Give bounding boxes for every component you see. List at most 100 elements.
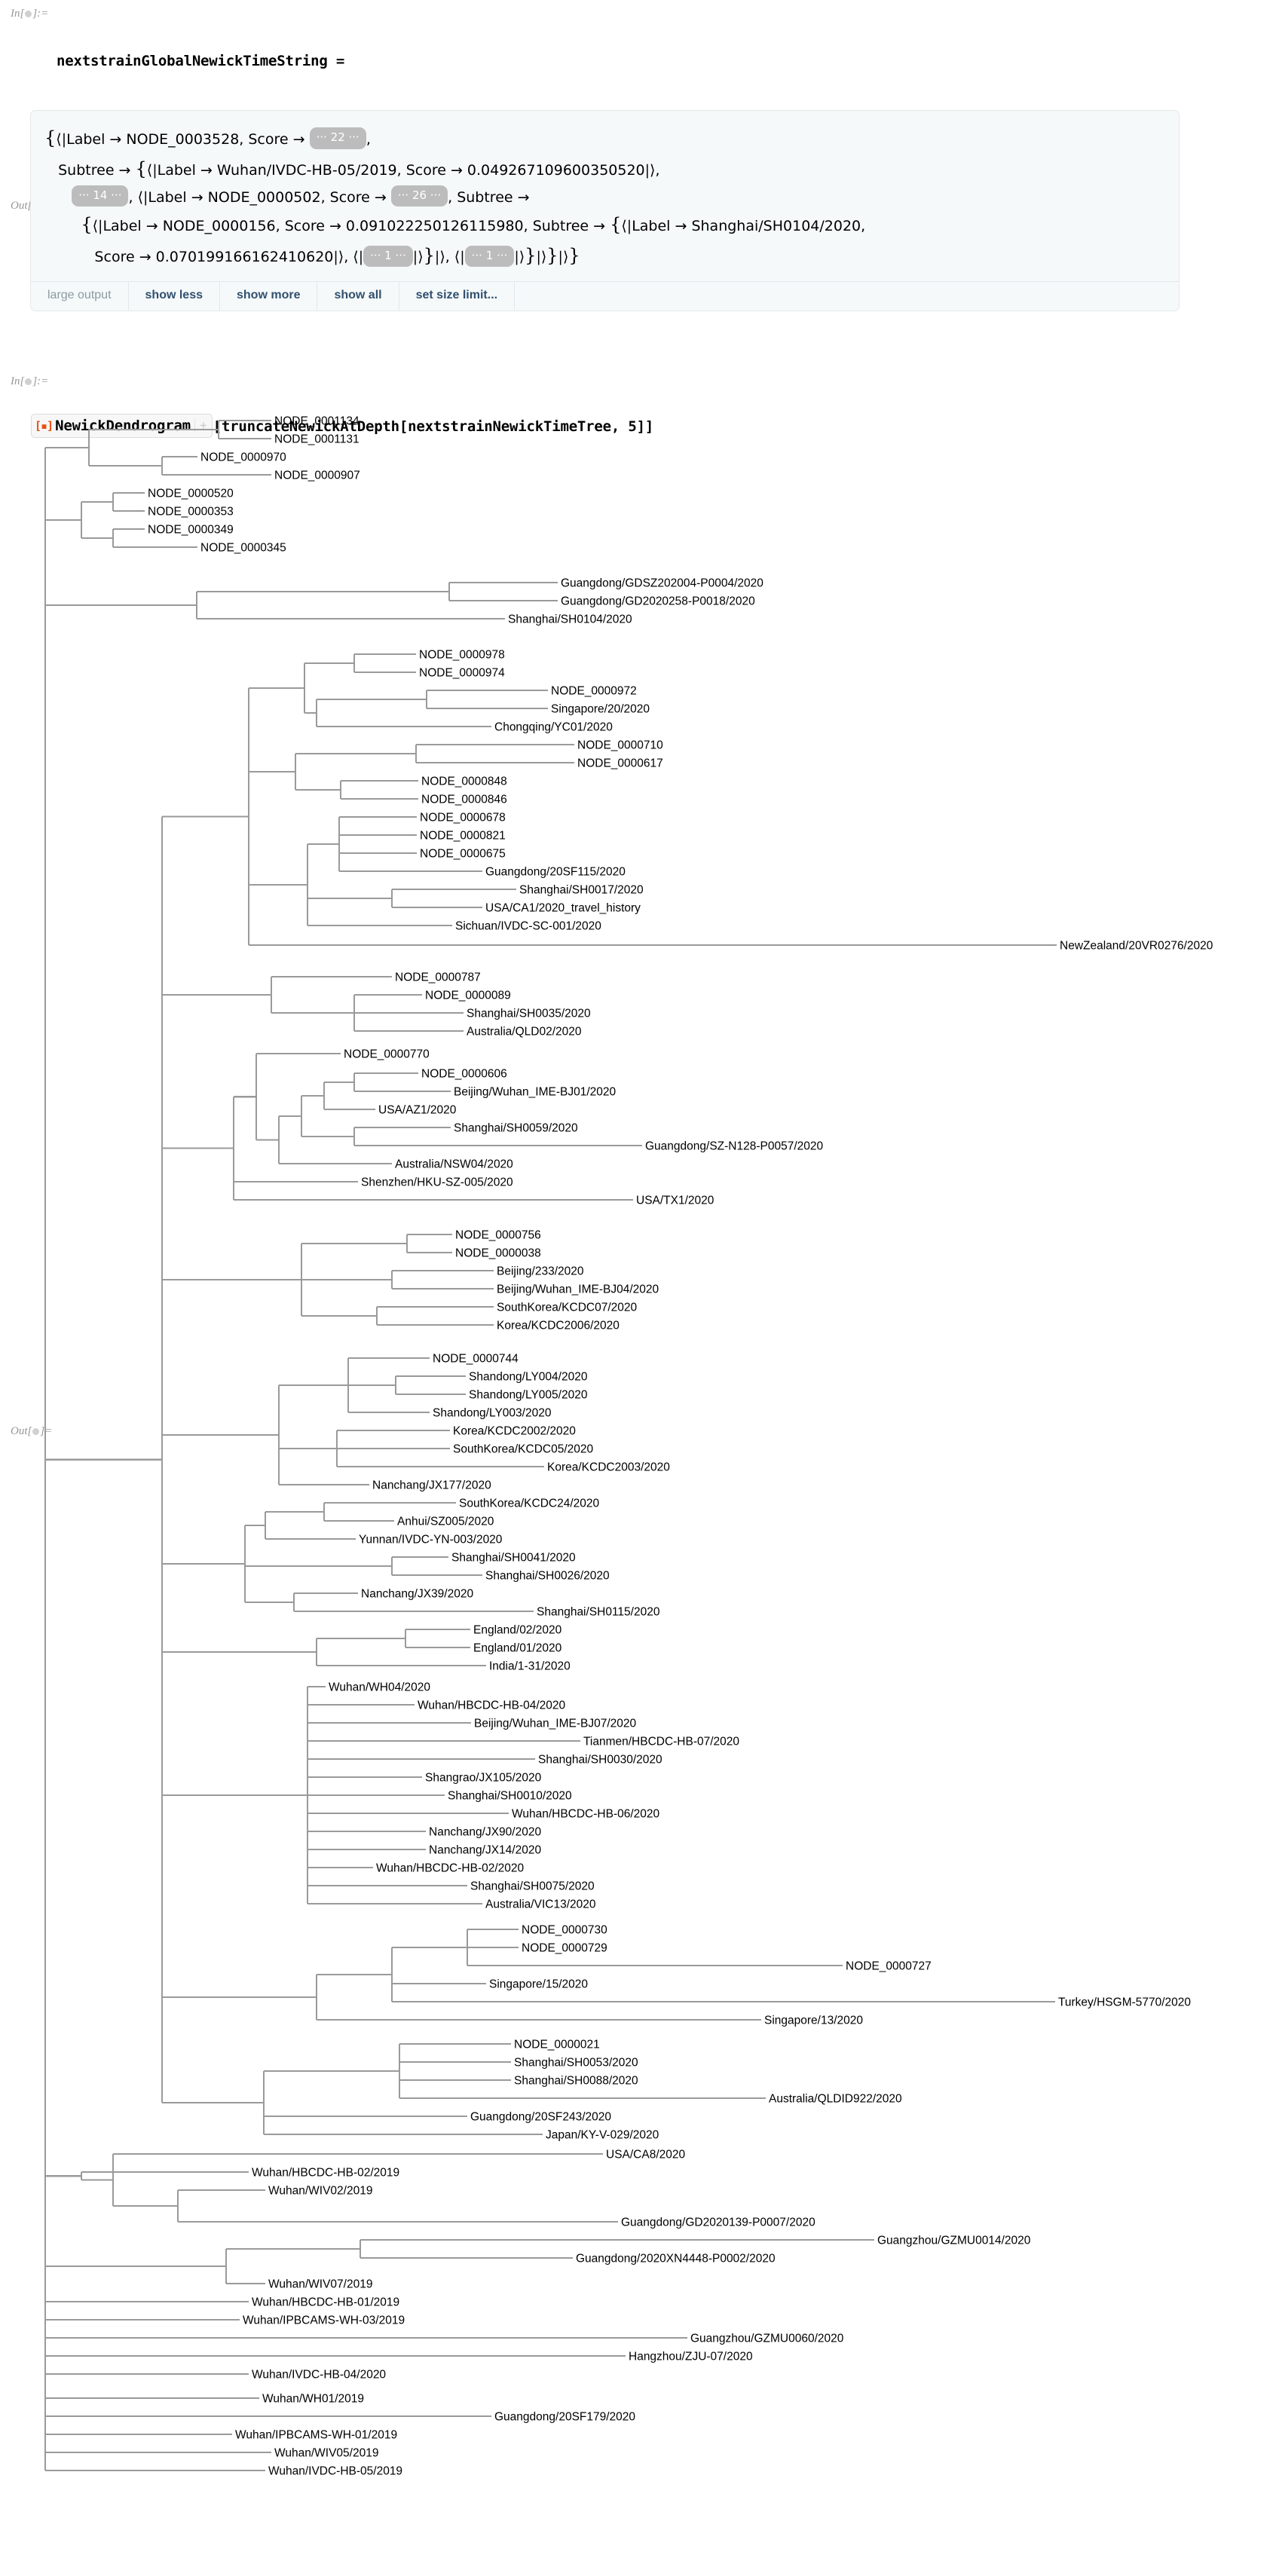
leaf-label: Sichuan/IVDC-SC-001/2020: [455, 920, 601, 933]
leaf-label: NODE_0000744: [433, 1353, 519, 1366]
leaf-label: Wuhan/HBCDC-HB-06/2020: [512, 1808, 660, 1821]
leaf-label: Wuhan/WH01/2019: [262, 2393, 364, 2406]
leaf-label: Nanchang/JX90/2020: [429, 1826, 541, 1839]
output-expression: {⟨|Label → NODE_0003528, Score → ··· 22 …: [44, 127, 866, 268]
leaf-label: Australia/QLD02/2020: [467, 1026, 582, 1039]
skeleton-14[interactable]: ··· 14 ···: [72, 185, 129, 207]
skeleton-1-b[interactable]: ··· 1 ···: [464, 245, 515, 268]
leaf-label: Beijing/Wuhan_IME-BJ07/2020: [474, 1718, 637, 1730]
leaf-label: NODE_0000520: [148, 488, 234, 500]
leaf-label: Wuhan/IVDC-HB-05/2019: [268, 2465, 402, 2478]
input-cell-2[interactable]: In[]:= [▪] NewickDendrogram + [truncateNewi…: [0, 362, 1279, 439]
leaf-label: England/01/2020: [473, 1642, 562, 1655]
leaf-label: Wuhan/IPBCAMS-WH-03/2019: [243, 2314, 405, 2327]
out-label-2: Out[]=: [11, 1425, 53, 1437]
leaf-label: Japan/KY-V-029/2020: [546, 2129, 659, 2142]
leaf-label: NODE_0001134: [274, 415, 360, 428]
large-output-panel: {⟨|Label → NODE_0003528, Score → ··· 22 …: [30, 110, 1180, 311]
leaf-label: NODE_0000678: [420, 812, 506, 825]
leaf-label: Australia/QLDID922/2020: [769, 2093, 902, 2106]
leaf-label: Singapore/13/2020: [764, 2015, 863, 2027]
leaf-label: Guangdong/20SF115/2020: [485, 866, 626, 879]
leaf-label: USA/CA8/2020: [606, 2149, 685, 2161]
leaf-label: Wuhan/IPBCAMS-WH-01/2019: [235, 2429, 397, 2442]
code-line-assign1: nextstrainGlobalNewickTimeString =: [57, 52, 345, 69]
leaf-label: USA/AZ1/2020: [378, 1104, 457, 1117]
leaf-label: NODE_0000974: [419, 667, 505, 680]
leaf-label: Shanghai/SH0088/2020: [514, 2075, 638, 2088]
leaf-label: NODE_0000978: [419, 649, 505, 662]
output-toolbar[interactable]: large output show less show more show al…: [31, 280, 1179, 311]
leaf-label: Tianmen/HBCDC-HB-07/2020: [583, 1736, 739, 1748]
leaf-label: NODE_0000710: [577, 739, 663, 752]
leaf-label: NODE_0000907: [274, 470, 360, 482]
leaf-label: NODE_0000606: [421, 1068, 507, 1081]
leaf-label: Shangrao/JX105/2020: [425, 1772, 542, 1785]
leaf-label: Shanghai/SH0026/2020: [485, 1570, 610, 1583]
status-large-output: large output: [31, 281, 129, 311]
leaf-label: Shanghai/SH0115/2020: [537, 1606, 660, 1619]
leaf-label: NODE_0000846: [421, 794, 507, 806]
leaf-label: Guangdong/2020XN4448-P0002/2020: [576, 2253, 776, 2265]
leaf-label: Nanchang/JX14/2020: [429, 1844, 541, 1857]
leaf-label: Beijing/Wuhan_IME-BJ04/2020: [497, 1283, 659, 1296]
leaf-label: NODE_0000848: [421, 776, 507, 788]
leaf-label: NODE_0000770: [344, 1048, 430, 1061]
leaf-label: NODE_0000021: [514, 2039, 600, 2051]
leaf-label: Shanghai/SH0059/2020: [454, 1122, 578, 1135]
in-number-dot: [25, 11, 32, 18]
skeleton-22[interactable]: ··· 22 ···: [309, 127, 366, 149]
set-size-limit-button[interactable]: set size limit...: [399, 281, 516, 311]
leaf-label: Singapore/20/2020: [551, 703, 650, 716]
show-less-button[interactable]: show less: [129, 281, 220, 311]
leaf-label: Guangzhou/GZMU0014/2020: [877, 2235, 1031, 2247]
leaf-label: NODE_0000675: [420, 848, 506, 861]
skeleton-26[interactable]: ··· 26 ···: [390, 185, 448, 207]
leaf-label: Wuhan/HBCDC-HB-01/2019: [252, 2296, 399, 2309]
leaf-label: Nanchang/JX39/2020: [361, 1588, 473, 1601]
leaf-label: Guangdong/20SF243/2020: [470, 2111, 611, 2124]
skeleton-1-a[interactable]: ··· 1 ···: [363, 245, 413, 268]
leaf-label: India/1-31/2020: [489, 1660, 571, 1673]
leaf-label: Turkey/HSGM-5770/2020: [1058, 1996, 1191, 2009]
input-cell-1[interactable]: In[]:= nextstrainGlobalNewickTimeString …: [0, 0, 1279, 213]
leaf-label: Shanghai/SH0030/2020: [538, 1754, 662, 1767]
leaf-label: NODE_0000349: [148, 524, 234, 537]
leaf-label: Guangdong/GDSZ202004-P0004/2020: [561, 577, 763, 590]
leaf-label: Shanghai/SH0010/2020: [448, 1790, 572, 1803]
leaf-label: Shanghai/SH0075/2020: [470, 1880, 595, 1893]
leaf-label: NODE_0000038: [455, 1247, 541, 1260]
leaf-label: Wuhan/WIV02/2019: [268, 2185, 372, 2198]
leaf-label: Wuhan/IVDC-HB-04/2020: [252, 2369, 386, 2382]
leaf-label: NewZealand/20VR0276/2020: [1060, 940, 1213, 953]
leaf-label: NODE_0001131: [274, 433, 360, 446]
leaf-label: Guangdong/SZ-N128-P0057/2020: [645, 1140, 823, 1153]
leaf-label: SouthKorea/KCDC24/2020: [459, 1498, 600, 1510]
leaf-label: Shandong/LY005/2020: [469, 1389, 588, 1402]
leaf-label: USA/TX1/2020: [636, 1195, 714, 1207]
leaf-label: Shenzhen/HKU-SZ-005/2020: [361, 1176, 513, 1189]
leaf-label: Chongqing/YC01/2020: [494, 721, 613, 734]
leaf-label: USA/CA1/2020_travel_history: [485, 902, 641, 915]
leaf-label: Guangdong/GD2020139-P0007/2020: [621, 2217, 815, 2229]
show-all-button[interactable]: show all: [317, 281, 399, 311]
leaf-label: Beijing/233/2020: [497, 1265, 584, 1278]
leaf-label: Shanghai/SH0053/2020: [514, 2057, 638, 2070]
dendrogram-leaf-labels: NODE_0001134 NODE_0001131 NODE_0000970 NODE…: [148, 415, 1213, 2478]
leaf-label: Anhui/SZ005/2020: [397, 1516, 494, 1528]
leaf-label: Beijing/Wuhan_IME-BJ01/2020: [454, 1086, 617, 1099]
leaf-label: Guangzhou/GZMU0060/2020: [690, 2333, 844, 2345]
leaf-label: Shanghai/SH0017/2020: [519, 884, 644, 897]
leaf-label: NODE_0000617: [577, 757, 663, 770]
dendrogram-graphic[interactable]: NODE_0001134 NODE_0001131 NODE_0000970 NODE…: [0, 404, 1279, 2522]
leaf-label: Guangdong/20SF179/2020: [494, 2411, 635, 2424]
leaf-label: Yunnan/IVDC-YN-003/2020: [359, 1534, 503, 1547]
leaf-label: SouthKorea/KCDC07/2020: [497, 1302, 638, 1314]
output-cell-1: Out[]= {⟨|Label → NODE_0003528, Score → …: [0, 106, 1279, 362]
leaf-label: Korea/KCDC2006/2020: [497, 1320, 620, 1332]
leaf-label: England/02/2020: [473, 1624, 562, 1637]
show-more-button[interactable]: show more: [220, 281, 318, 311]
leaf-label: NODE_0000730: [522, 1924, 607, 1937]
out-number-dot-2: [32, 1428, 40, 1436]
